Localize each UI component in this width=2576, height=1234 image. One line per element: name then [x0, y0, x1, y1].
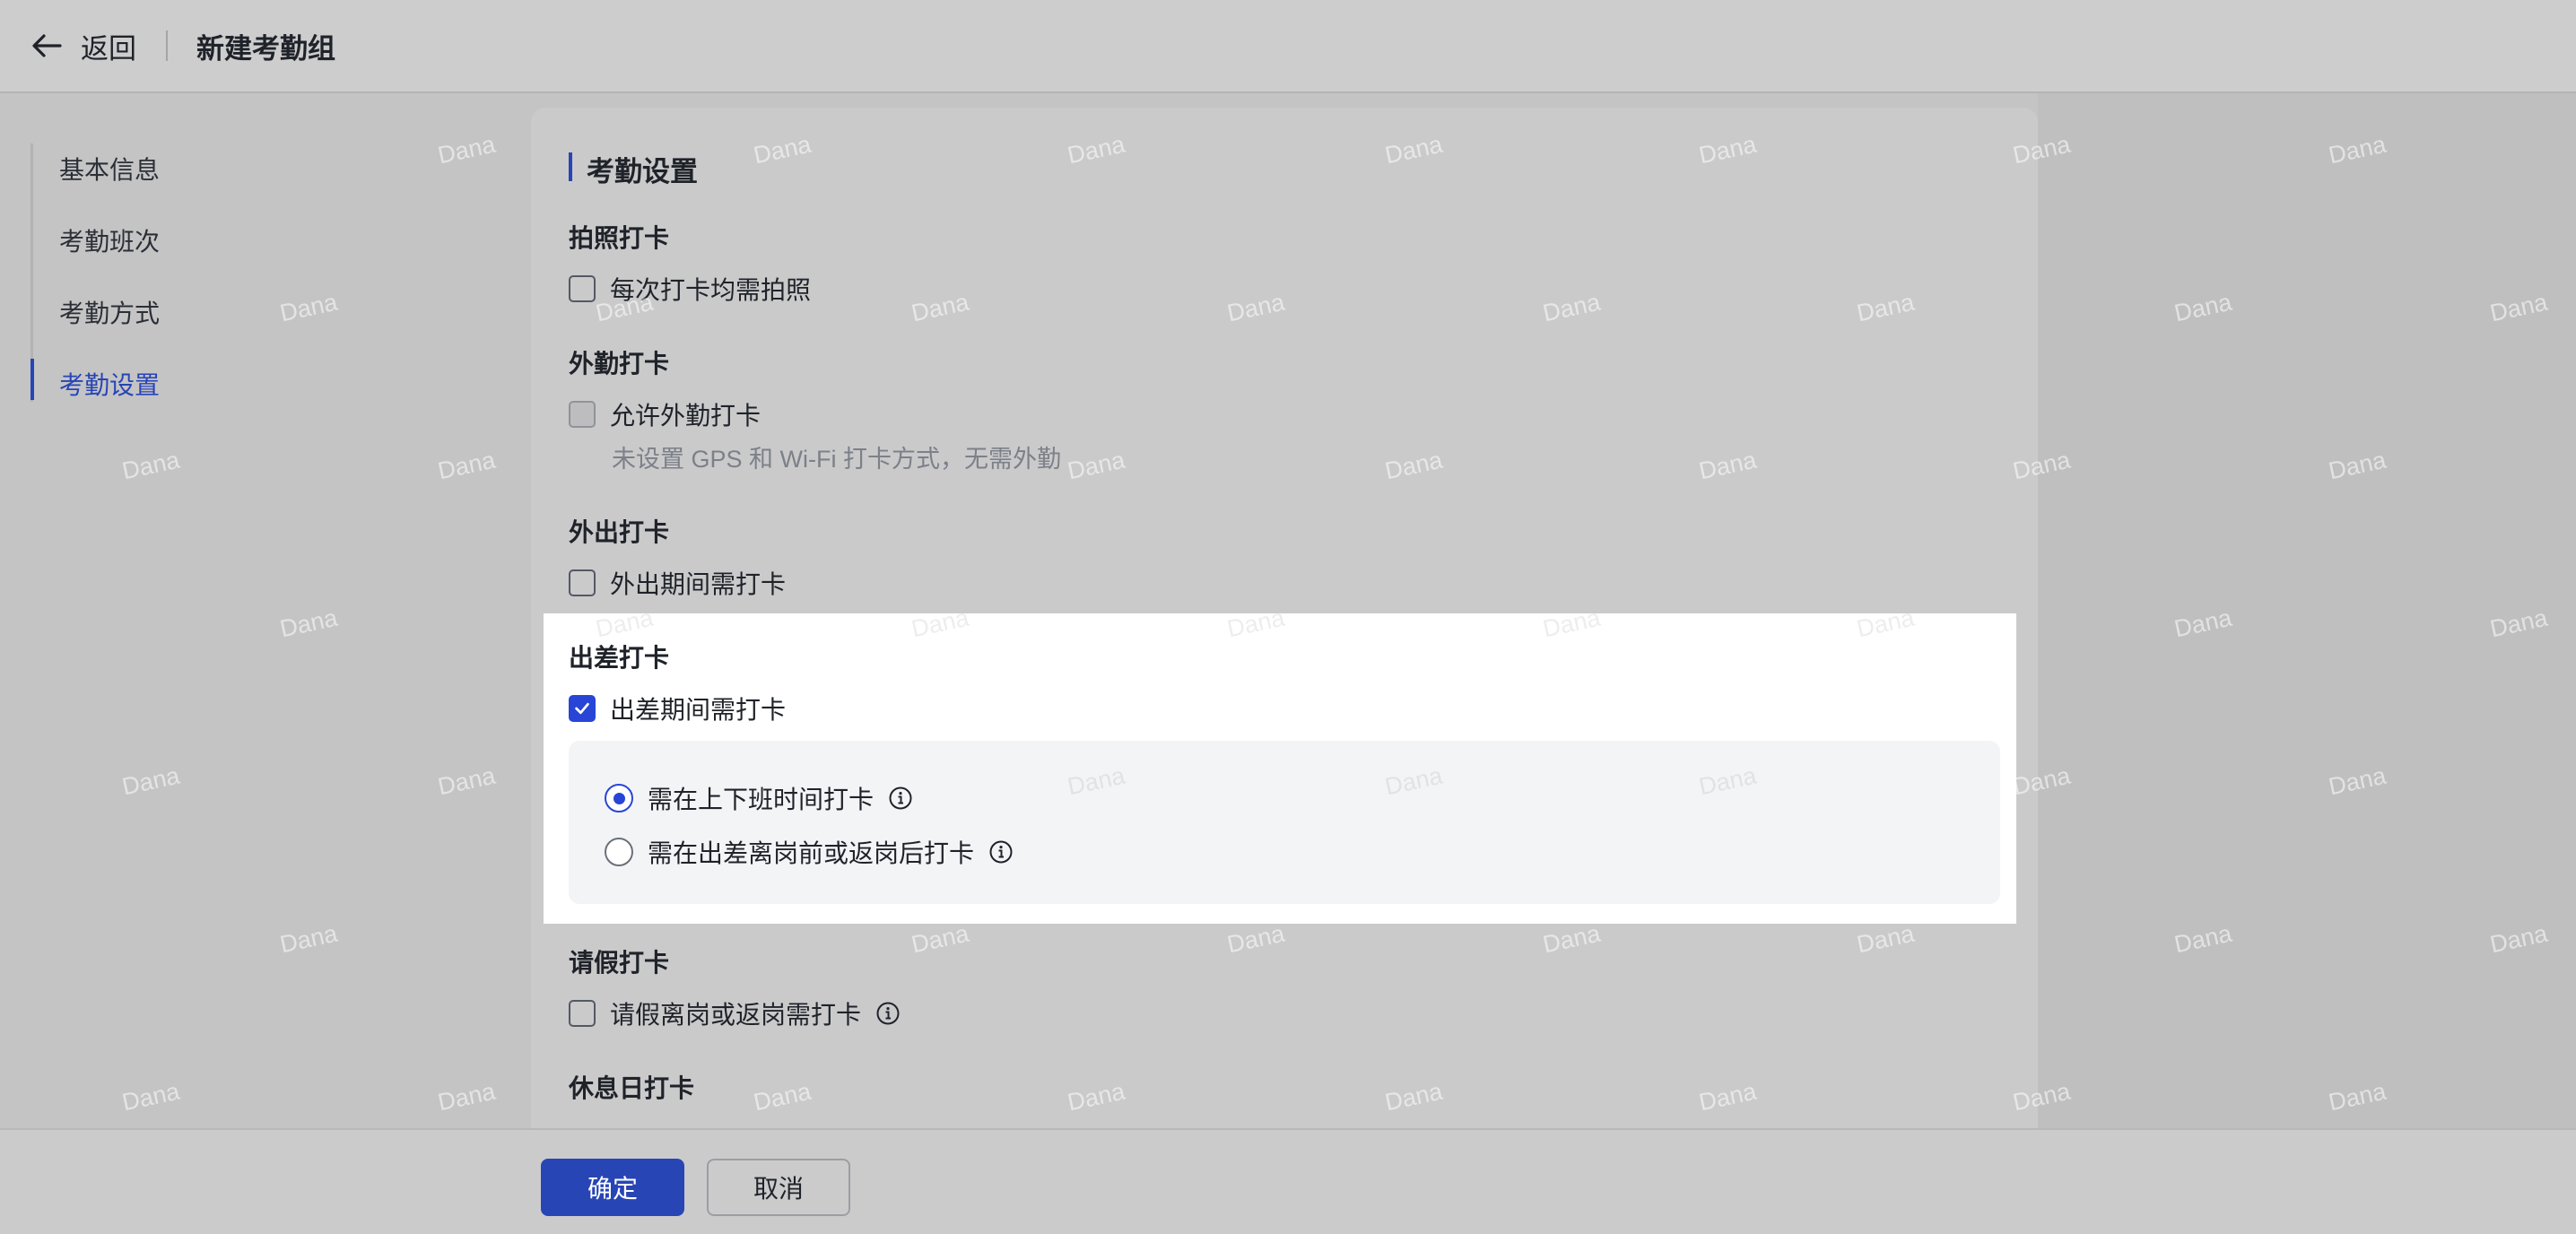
leave-group-title: 请假打卡 [569, 949, 670, 977]
field-group-title: 外勤打卡 [569, 350, 670, 378]
header-divider [166, 30, 168, 61]
section-title-accent [569, 152, 572, 181]
watermark: Dana [277, 919, 340, 959]
top-bar: 返回 新建考勤组 [0, 0, 2576, 93]
photo-option-label: 每次打卡均需拍照 [610, 276, 812, 304]
info-icon[interactable] [988, 839, 1014, 865]
watermark: Dana [119, 761, 182, 801]
right-background [2038, 93, 2576, 1130]
arrow-left-icon [32, 34, 62, 57]
trip-radio-label-2: 需在出差离岗前或返岗后打卡 [648, 839, 975, 867]
rest-group-title: 休息日打卡 [569, 1074, 695, 1102]
confirm-button[interactable]: 确定 [541, 1159, 684, 1216]
field-option-label: 允许外勤打卡 [610, 402, 761, 430]
section-title: 考勤设置 [587, 156, 698, 187]
photo-group-title: 拍照打卡 [569, 224, 670, 252]
outing-group-title: 外出打卡 [569, 518, 670, 546]
watermark: Dana [435, 446, 498, 485]
outing-option[interactable]: 外出期间需打卡 [569, 565, 786, 601]
back-label: 返回 [81, 32, 136, 65]
info-icon[interactable] [888, 786, 913, 811]
nav-item-basic-info[interactable]: 基本信息 [59, 151, 160, 187]
nav-item-methods[interactable]: 考勤方式 [59, 294, 160, 330]
leave-option-label: 请假离岗或返岗需打卡 [610, 1001, 862, 1029]
field-hint: 未设置 GPS 和 Wi-Fi 打卡方式，无需外勤 [612, 446, 1061, 473]
outing-checkbox[interactable] [569, 569, 596, 596]
trip-radio-option-2[interactable]: 需在出差离岗前或返岗后打卡 [605, 834, 1014, 870]
trip-group-title: 出差打卡 [569, 644, 670, 672]
check-icon [575, 702, 589, 715]
watermark: Dana [277, 604, 340, 643]
trip-radio-label-1: 需在上下班时间打卡 [648, 786, 875, 813]
cancel-button[interactable]: 取消 [707, 1159, 850, 1216]
trip-option-label: 出差期间需打卡 [610, 696, 787, 724]
page-title: 新建考勤组 [196, 33, 335, 65]
trip-checkbox[interactable] [569, 695, 596, 722]
nav-active-indicator [30, 359, 34, 400]
trip-option[interactable]: 出差期间需打卡 [569, 691, 786, 726]
watermark: Dana [435, 130, 498, 169]
radio-button-selected[interactable] [605, 784, 633, 813]
outing-option-label: 外出期间需打卡 [610, 570, 787, 598]
watermark: Dana [119, 446, 182, 485]
back-button[interactable]: 返回 [29, 23, 136, 68]
leave-checkbox[interactable] [569, 1000, 596, 1027]
radio-button[interactable] [605, 838, 633, 866]
nav-item-settings[interactable]: 考勤设置 [59, 366, 160, 402]
trip-radio-panel [569, 741, 2000, 904]
watermark: Dana [119, 1077, 182, 1117]
field-checkbox[interactable] [569, 401, 596, 428]
nav-item-shifts[interactable]: 考勤班次 [59, 222, 160, 258]
watermark: Dana [277, 288, 340, 327]
footer-bar [0, 1128, 2576, 1234]
trip-radio-option-1[interactable]: 需在上下班时间打卡 [605, 780, 913, 816]
leave-option[interactable]: 请假离岗或返岗需打卡 [569, 995, 901, 1031]
info-icon[interactable] [875, 1001, 901, 1026]
watermark: Dana [435, 761, 498, 801]
photo-checkbox[interactable] [569, 275, 596, 302]
photo-option[interactable]: 每次打卡均需拍照 [569, 271, 811, 307]
field-option[interactable]: 允许外勤打卡 [569, 396, 761, 432]
watermark: Dana [435, 1077, 498, 1117]
